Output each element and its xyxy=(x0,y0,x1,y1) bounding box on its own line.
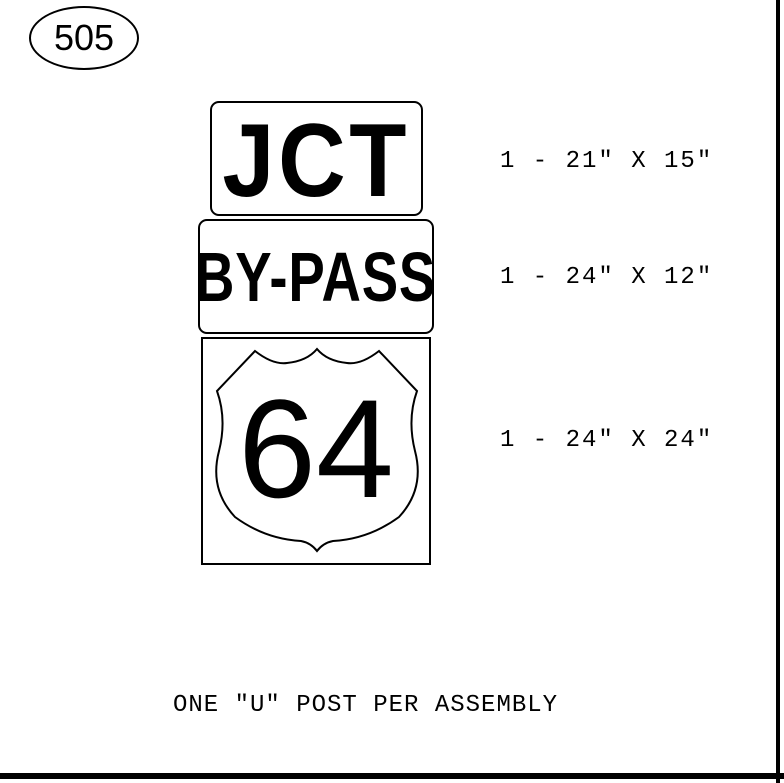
route-number: 64 xyxy=(238,370,394,527)
route-marker-sign: 64 xyxy=(201,337,431,565)
sheet-number: 505 xyxy=(53,17,115,58)
jct-sign-size: 1 - 21″ X 15″ xyxy=(500,148,714,175)
sheet-number-oval: 505 xyxy=(29,6,139,70)
frame-border-right xyxy=(776,0,780,783)
bypass-sign: BY-PASS xyxy=(195,219,437,334)
bypass-sign-text: BY-PASS xyxy=(195,237,437,316)
jct-sign: JCT xyxy=(210,101,423,216)
frame-border-bottom xyxy=(0,773,784,779)
route-sign-size: 1 - 24″ X 24″ xyxy=(500,427,714,454)
jct-sign-text: JCT xyxy=(222,102,411,219)
assembly-note: ONE ″U″ POST PER ASSEMBLY xyxy=(173,692,559,719)
bypass-sign-size: 1 - 24″ X 12″ xyxy=(500,264,714,291)
